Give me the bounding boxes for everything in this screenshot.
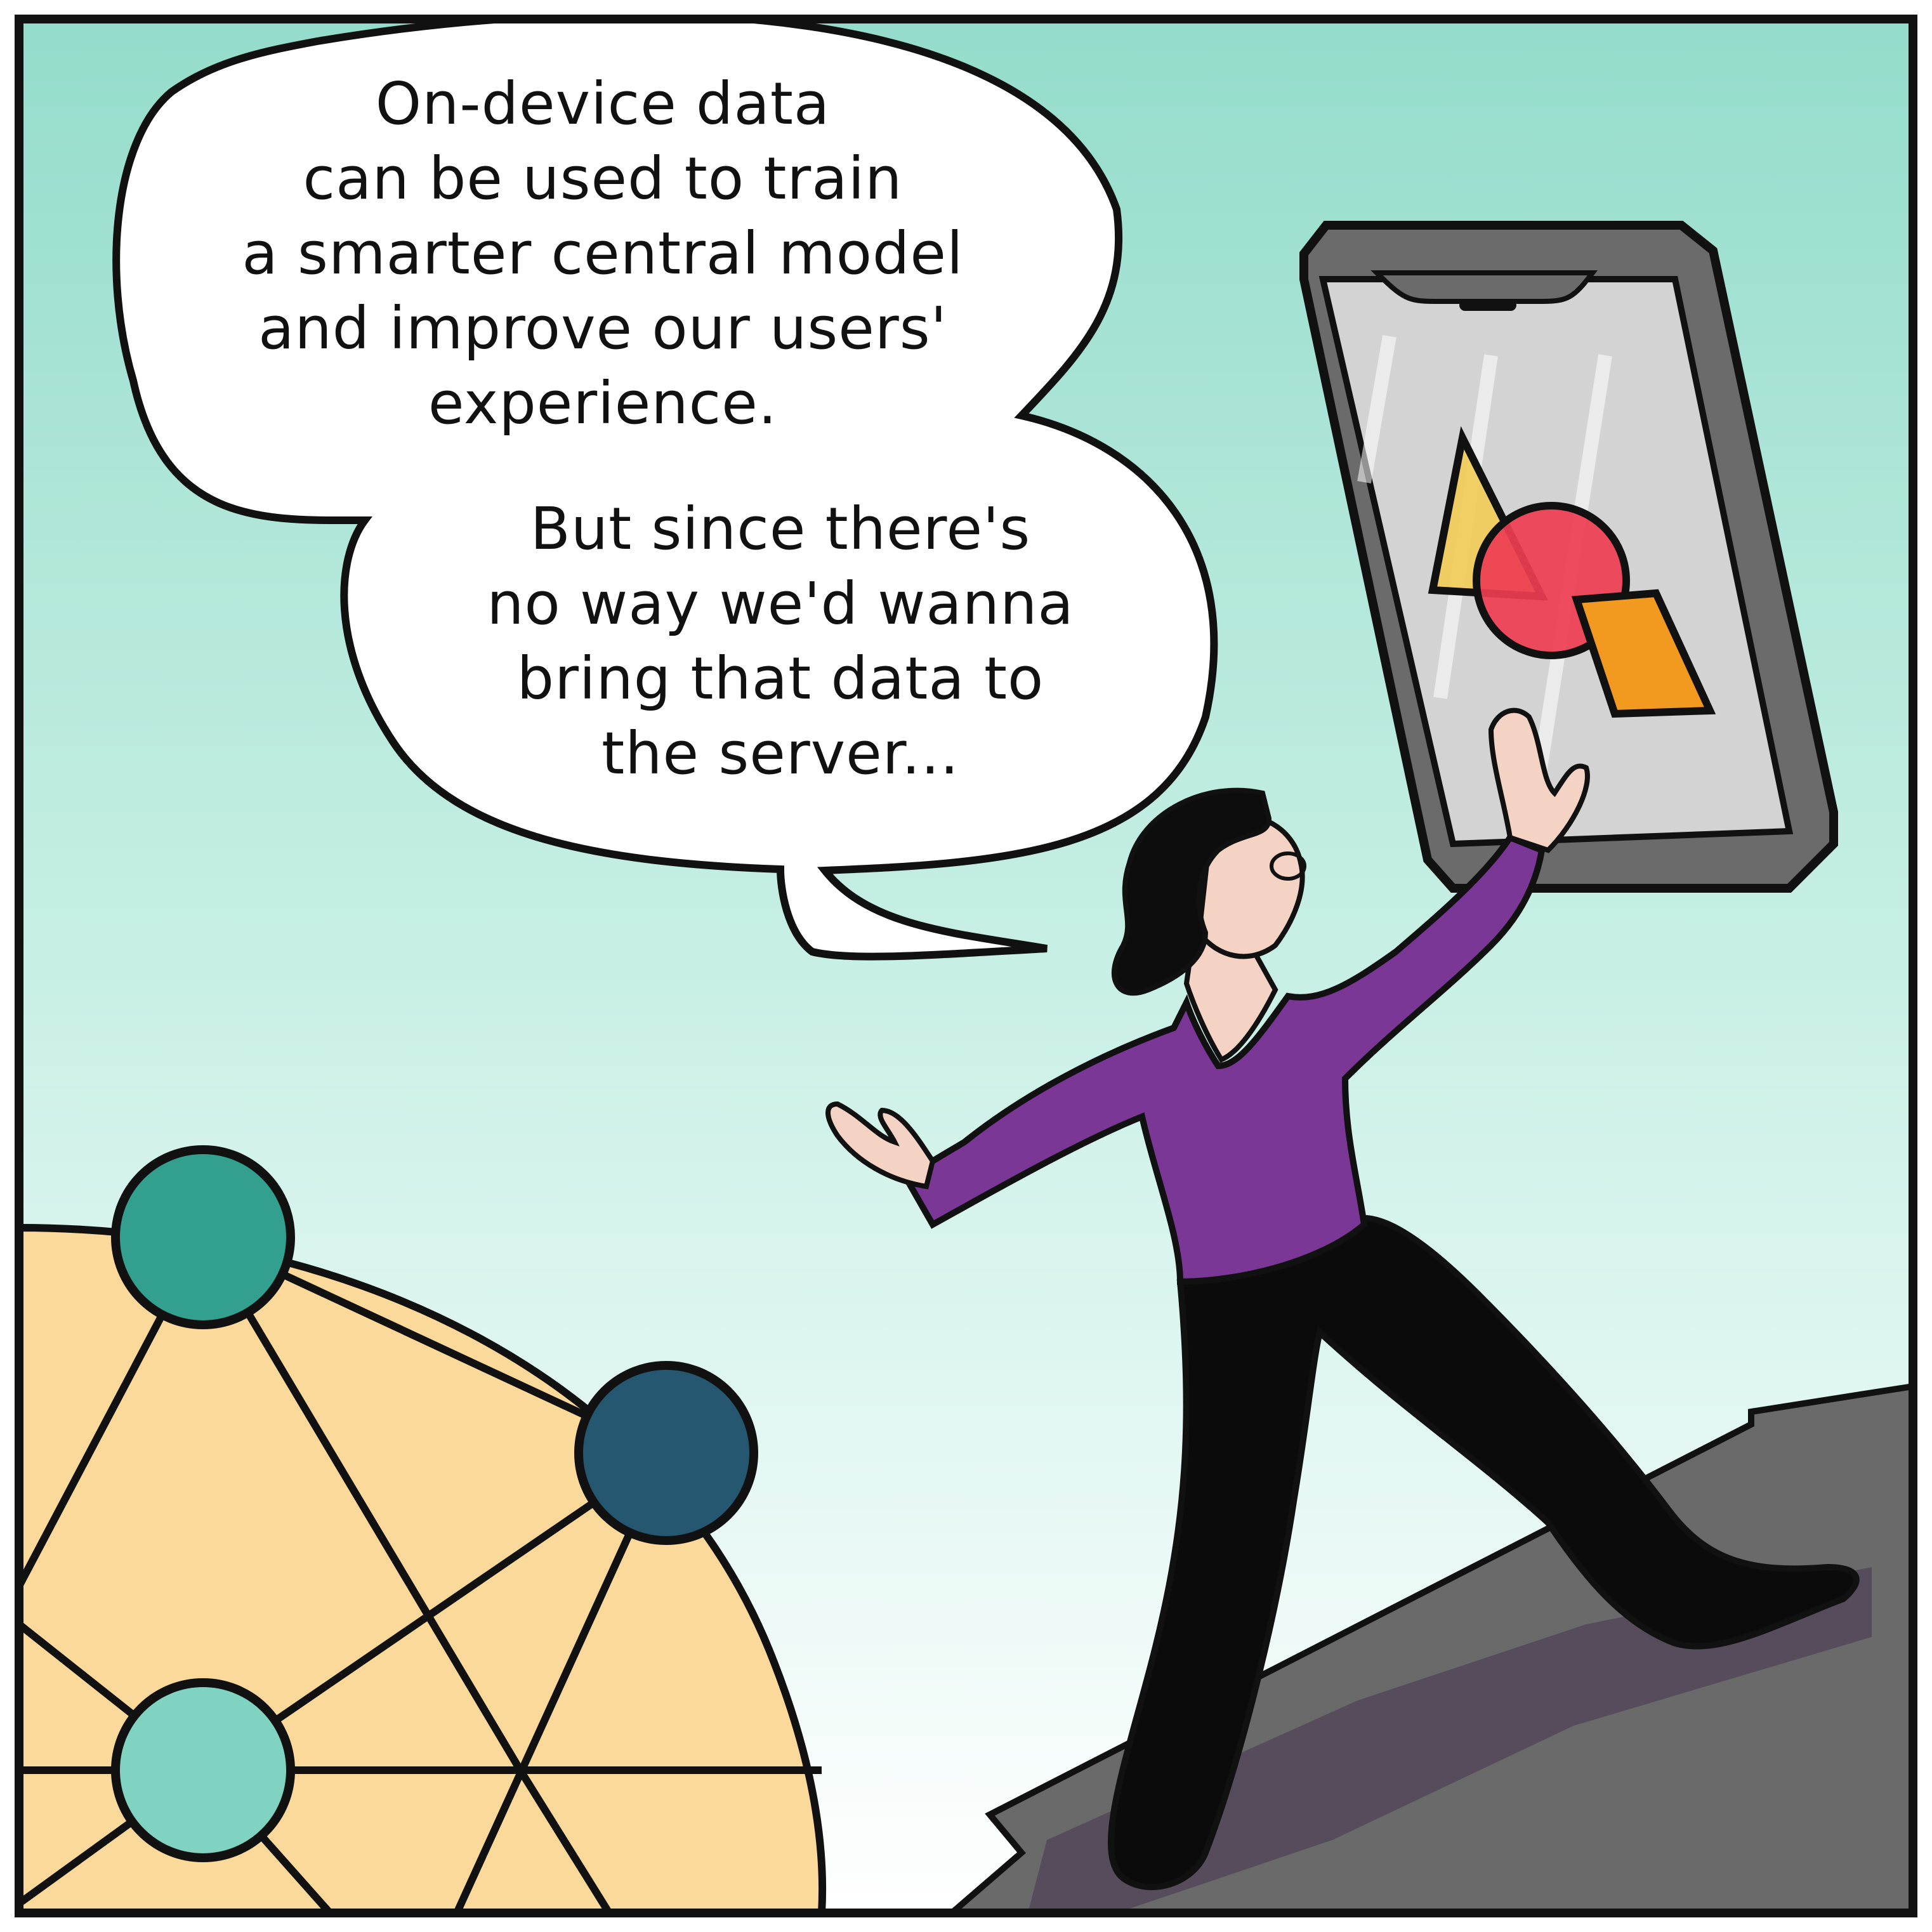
network-node-icon <box>574 1361 758 1545</box>
network-node-icon <box>111 1145 295 1329</box>
balloon-line: But since there's <box>530 495 1031 563</box>
network-node-icon <box>111 1678 295 1862</box>
balloon-line: and improve our users' <box>258 294 947 362</box>
balloon-line: can be used to train <box>303 145 903 213</box>
speech-balloon-text-bottom: But since there's no way we'd wanna brin… <box>406 492 1155 791</box>
balloon-line: no way we'd wanna <box>487 570 1074 638</box>
balloon-line: bring that data to <box>516 645 1044 713</box>
balloon-line: On-device data <box>375 70 831 138</box>
balloon-line: a smarter central model <box>242 220 964 287</box>
balloon-line: the server... <box>601 720 959 787</box>
balloon-line: experience. <box>428 369 778 437</box>
phone-speaker <box>1459 299 1516 311</box>
speech-balloon-text-top: On-device data can be used to train a sm… <box>190 67 1015 441</box>
phone-notch <box>1370 270 1598 304</box>
